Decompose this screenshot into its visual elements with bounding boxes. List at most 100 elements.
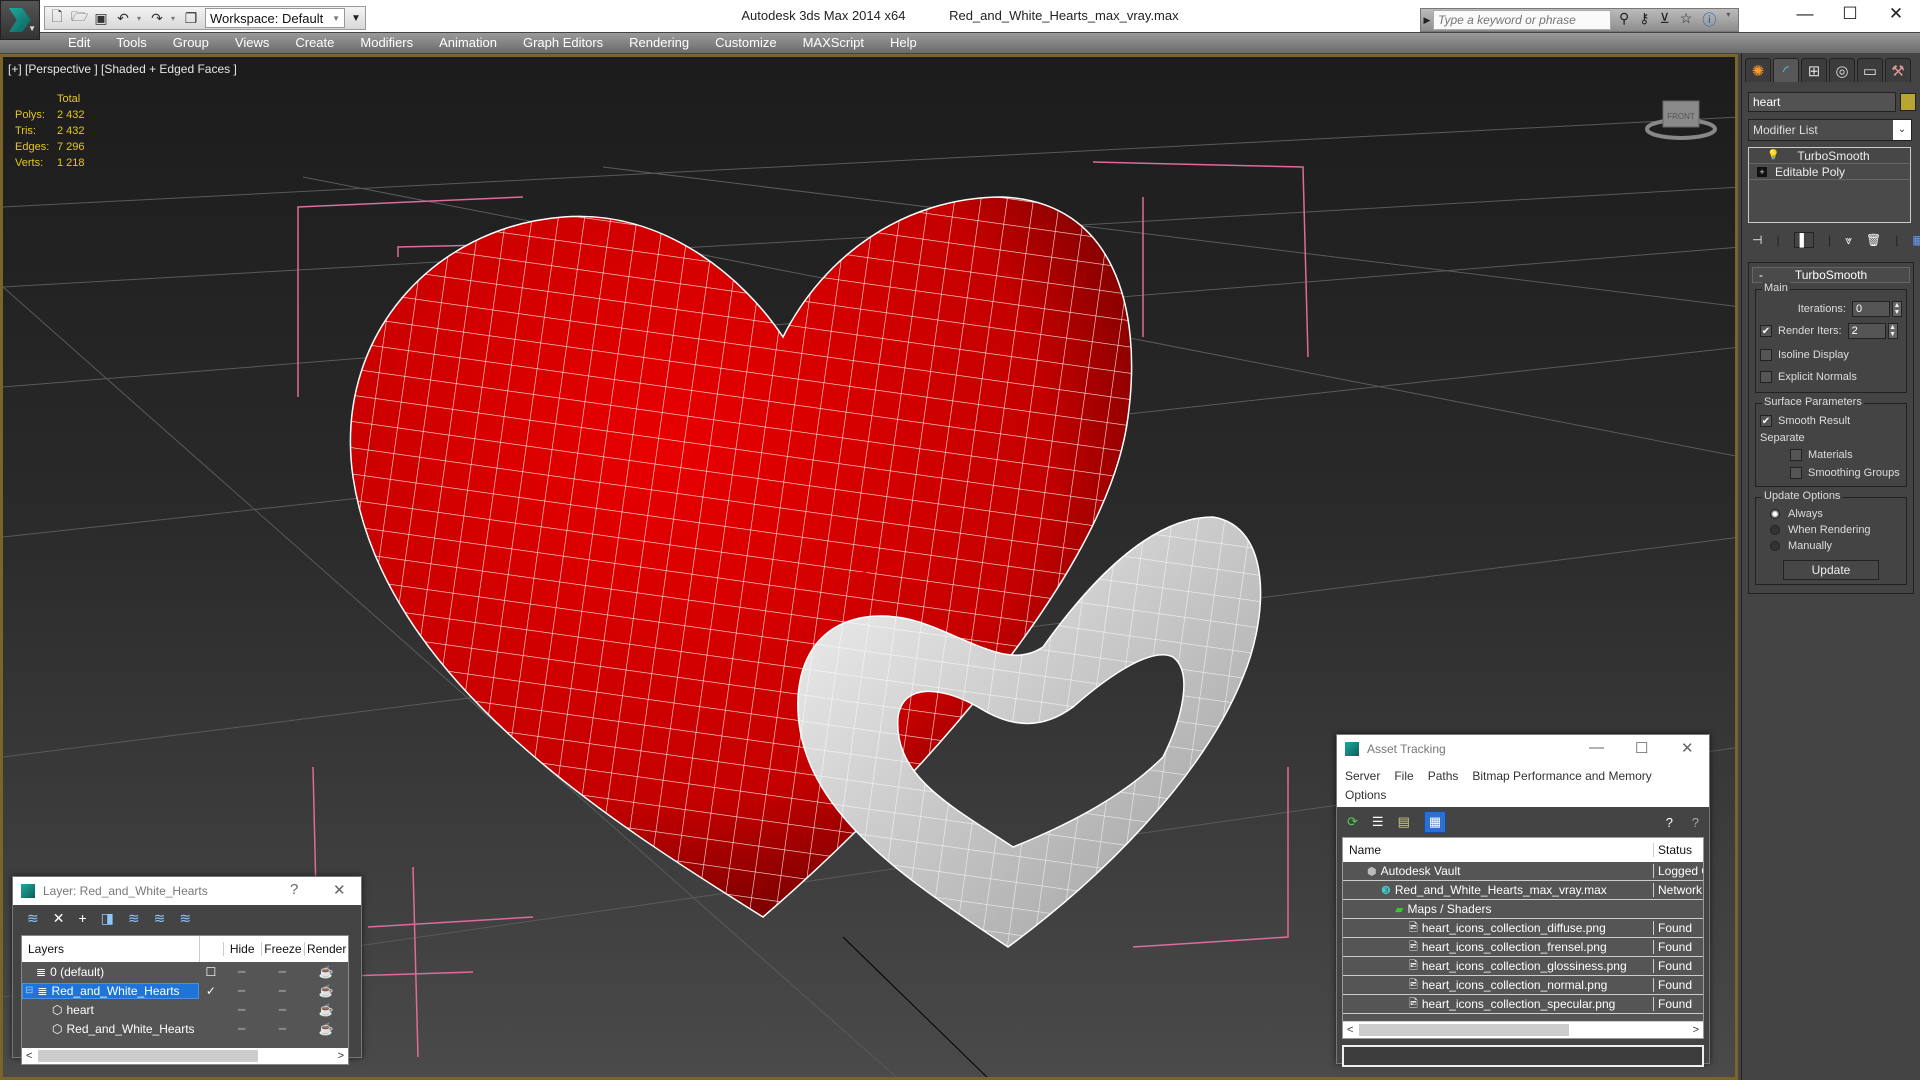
viewport-label[interactable]: [+] [Perspective ] [Shaded + Edged Faces… <box>8 62 237 76</box>
expand-icon[interactable]: + <box>1757 166 1767 177</box>
hide-toggle[interactable]: ━ <box>223 965 261 979</box>
tree-view-icon[interactable]: ▤ <box>1398 814 1410 830</box>
freeze-toggle[interactable]: ━ <box>261 1022 305 1036</box>
object-color-swatch[interactable] <box>1900 93 1916 111</box>
scroll-left-icon[interactable]: < <box>1347 1024 1353 1036</box>
scroll-thumb[interactable] <box>38 1050 258 1062</box>
scroll-right-icon[interactable]: > <box>338 1050 344 1062</box>
modify-tab[interactable]: ◜ <box>1773 58 1799 82</box>
radio-button[interactable] <box>1770 541 1780 551</box>
menu-customize[interactable]: Customize <box>702 35 789 50</box>
asset-row[interactable]: 🖻 heart_icons_collection_specular.png Fou… <box>1343 995 1703 1014</box>
spinner-arrows-icon[interactable]: ▲ ▼ <box>1892 301 1902 317</box>
scroll-left-icon[interactable]: < <box>26 1050 32 1062</box>
pin-stack-icon[interactable]: ⊣ <box>1752 233 1762 247</box>
set-current-layer-icon[interactable]: ≋ <box>154 910 166 927</box>
hide-freeze-all-icon[interactable]: ≋ <box>179 910 191 927</box>
search-input[interactable] <box>1433 10 1611 30</box>
asset-path-field[interactable] <box>1342 1045 1704 1067</box>
help-button[interactable]: ? <box>290 881 298 898</box>
satellite-icon[interactable]: ⊻ <box>1660 10 1670 30</box>
hide-toggle[interactable]: ━ <box>223 984 261 998</box>
refresh-icon[interactable]: ⟳ <box>1347 814 1358 830</box>
asset-row[interactable]: 🖻 heart_icons_collection_normal.png Found <box>1343 976 1703 995</box>
workspace-select[interactable]: Workspace: Default ▼ <box>205 8 345 28</box>
minimize-button[interactable]: — <box>1589 739 1604 756</box>
display-tab[interactable]: ▭ <box>1857 58 1883 82</box>
asset-row[interactable]: ▰ Maps / Shaders <box>1343 900 1703 919</box>
scroll-right-icon[interactable]: > <box>1693 1024 1699 1036</box>
radio-button[interactable] <box>1770 525 1780 535</box>
add-to-layer-icon[interactable]: + <box>78 910 86 926</box>
asset-row[interactable]: 🖻 heart_icons_collection_glossiness.png F… <box>1343 957 1703 976</box>
create-layer-icon[interactable]: ≋ <box>27 910 39 927</box>
explicit-normals-checkbox[interactable] <box>1760 371 1772 383</box>
menu-animation[interactable]: Animation <box>426 35 510 50</box>
menu-graph-editors[interactable]: Graph Editors <box>510 35 616 50</box>
column-status[interactable]: Status <box>1653 843 1703 857</box>
stack-item-turbosmooth[interactable]: 💡 TurboSmooth <box>1749 148 1910 164</box>
layer-row[interactable]: ≣ 0 (default) ☐ ━ ━ ☕ <box>22 962 348 981</box>
render-teapot-icon[interactable]: ☕ <box>304 1022 348 1036</box>
new-file-icon[interactable]: 🗋 <box>49 6 65 30</box>
freeze-toggle[interactable]: ━ <box>261 1003 305 1017</box>
horizontal-scrollbar[interactable]: < > <box>1343 1022 1703 1038</box>
column-hide[interactable]: Hide <box>222 942 261 956</box>
asset-row[interactable]: ❸ Red_and_White_Hearts_max_vray.max Netwo… <box>1343 881 1703 900</box>
menu-edit[interactable]: Edit <box>55 35 103 50</box>
save-icon[interactable]: ▣ <box>93 10 109 27</box>
materials-checkbox[interactable] <box>1790 449 1802 461</box>
menu-rendering[interactable]: Rendering <box>616 35 702 50</box>
table-view-icon[interactable]: ▦ <box>1423 811 1447 833</box>
object-name-field[interactable] <box>1748 92 1896 112</box>
spinner-arrows-icon[interactable]: ▲ ▼ <box>1887 323 1898 339</box>
minimize-button[interactable]: — <box>1785 4 1825 24</box>
maximize-button[interactable]: ☐ <box>1635 739 1648 757</box>
layer-row[interactable]: ⬡ Red_and_White_Hearts ━ ━ ☕ <box>22 1019 348 1038</box>
menu-tools[interactable]: Tools <box>103 35 159 50</box>
render-iters-spinner[interactable]: 2 ▲ ▼ <box>1847 323 1898 339</box>
open-file-icon[interactable]: 🗁 <box>71 6 88 30</box>
radio-when-rendering[interactable]: When Rendering <box>1760 522 1902 538</box>
lightbulb-icon[interactable]: 💡 <box>1767 150 1779 161</box>
close-button[interactable]: ✕ <box>1876 4 1916 24</box>
render-teapot-icon[interactable]: ☕ <box>304 984 348 998</box>
smooth-result-checkbox[interactable]: ✔ <box>1760 415 1772 427</box>
scroll-thumb[interactable] <box>1359 1024 1569 1036</box>
update-button[interactable]: Update <box>1783 560 1879 580</box>
create-tab[interactable]: ✺ <box>1745 58 1771 82</box>
iterations-spinner[interactable]: 0 ▲ ▼ <box>1852 301 1902 317</box>
menu-group[interactable]: Group <box>160 35 222 50</box>
render-teapot-icon[interactable]: ☕ <box>304 1003 348 1017</box>
redo-icon[interactable]: ↷ <box>149 10 165 27</box>
hide-toggle[interactable]: ━ <box>223 1003 261 1017</box>
iterations-value[interactable]: 0 <box>1852 301 1890 317</box>
rollout-header[interactable]: - TurboSmooth <box>1752 267 1910 283</box>
column-layers[interactable]: Layers <box>22 942 199 956</box>
utilities-tab[interactable]: ⚒ <box>1885 58 1911 82</box>
smoothing-groups-checkbox[interactable] <box>1790 467 1802 479</box>
help-online-icon[interactable]: ? <box>1666 815 1673 830</box>
radio-always[interactable]: Always <box>1760 506 1902 522</box>
layer-row[interactable]: ⊟ ≣ Red_and_White_Hearts ✓ ━ ━ ☕ <box>22 981 348 1000</box>
viewcube[interactable]: FRONT <box>1643 95 1719 141</box>
active-layer-toggle[interactable]: ☐ <box>199 965 223 979</box>
help-icon[interactable]: ⓘ <box>1702 10 1716 30</box>
asset-row[interactable]: ⬢Autodesk Vault Logged O <box>1343 862 1703 881</box>
motion-tab[interactable]: ◎ <box>1829 58 1855 82</box>
hierarchy-tab[interactable]: ⊞ <box>1801 58 1827 82</box>
undo-icon[interactable]: ↶ <box>115 10 131 27</box>
remove-modifier-icon[interactable]: 🗑 <box>1866 233 1881 247</box>
menu-modifiers[interactable]: Modifiers <box>347 35 426 50</box>
radio-manually[interactable]: Manually <box>1760 538 1902 554</box>
redo-dropdown-icon[interactable]: ▾ <box>171 14 177 23</box>
customize-toolbar-icon[interactable]: ▼ <box>351 13 361 24</box>
close-button[interactable]: ✕ <box>1681 739 1694 757</box>
undo-dropdown-icon[interactable]: ▾ <box>137 14 143 23</box>
column-render[interactable]: Render <box>304 942 348 956</box>
dialog-title-bar[interactable]: Layer: Red_and_White_Hearts ? ✕ <box>13 877 361 905</box>
menu-file[interactable]: File <box>1394 769 1413 783</box>
render-iters-checkbox[interactable]: ✔ <box>1760 325 1772 337</box>
delete-layer-icon[interactable]: ✕ <box>53 910 65 927</box>
show-end-result-icon[interactable]: ▌ <box>1793 232 1815 248</box>
